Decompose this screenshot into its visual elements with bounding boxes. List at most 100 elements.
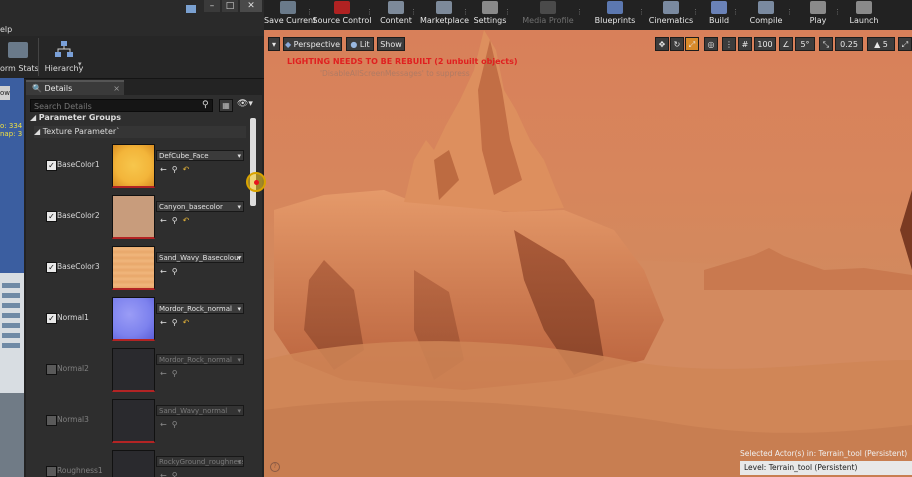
- dropdown-handle-icon[interactable]: ⋮: [786, 8, 793, 16]
- browse-asset-icon[interactable]: ⚲: [172, 216, 178, 225]
- parameter-groups-header[interactable]: ◢ Parameter Groups: [30, 112, 256, 124]
- reset-to-default-icon[interactable]: ↶: [183, 165, 190, 174]
- secondary-viewport[interactable]: ow o: 334 nap: 3: [0, 78, 24, 477]
- marketplace-icon: [436, 1, 452, 14]
- property-matrix-icon[interactable]: ▦: [219, 99, 233, 112]
- texture-asset-combo[interactable]: Canyon_basecolor ▾: [156, 201, 244, 212]
- surface-snap-icon[interactable]: ⋮: [722, 37, 736, 51]
- help-icon[interactable]: ?: [270, 462, 280, 472]
- texture-thumbnail[interactable]: [112, 246, 155, 290]
- texture-parameter-header[interactable]: ◢ Texture Parameter`: [34, 126, 246, 138]
- perspective-button[interactable]: ◆ Perspective: [283, 37, 342, 51]
- enable-parameter-checkbox[interactable]: ✓: [46, 466, 57, 477]
- texture-asset-combo[interactable]: Sand_Wavy_normal ▾: [156, 405, 244, 416]
- use-selected-asset-icon[interactable]: ←: [160, 369, 167, 378]
- translate-mode-icon[interactable]: ✥: [655, 37, 669, 51]
- form-stats-button[interactable]: orm Stats: [0, 38, 39, 76]
- browse-asset-icon[interactable]: ⚲: [172, 318, 178, 327]
- enable-parameter-checkbox[interactable]: ✓: [46, 313, 57, 324]
- save-current-button[interactable]: Save Current: [264, 0, 316, 29]
- dropdown-handle-icon[interactable]: ⋮: [732, 8, 739, 16]
- tab-icon: [186, 5, 196, 13]
- enable-parameter-checkbox[interactable]: ✓: [46, 364, 57, 375]
- texture-asset-combo[interactable]: DefCube_Face ▾: [156, 150, 244, 161]
- browse-asset-icon[interactable]: ⚲: [172, 267, 178, 276]
- hierarchy-button[interactable]: Hierarchy: [40, 38, 88, 76]
- parameter-name: BaseColor1: [57, 160, 100, 169]
- use-selected-asset-icon[interactable]: ←: [160, 420, 167, 429]
- use-selected-asset-icon[interactable]: ←: [160, 165, 167, 174]
- texture-asset-combo[interactable]: Mordor_Rock_normal ▾: [156, 303, 244, 314]
- use-selected-asset-icon[interactable]: ←: [160, 471, 167, 477]
- reset-to-default-icon[interactable]: ↶: [183, 318, 190, 327]
- minimize-icon[interactable]: –: [204, 0, 220, 12]
- cinematics-button[interactable]: Cinematics: [644, 0, 698, 29]
- texture-asset-combo[interactable]: Mordor_Rock_normal ▾: [156, 354, 244, 365]
- tab-details[interactable]: 🔍 Details ×: [26, 80, 124, 96]
- close-icon[interactable]: ✕: [240, 0, 262, 12]
- menu-help[interactable]: elp: [0, 25, 12, 34]
- blueprints-icon: [607, 1, 623, 14]
- chevron-down-icon: ▾: [237, 407, 241, 415]
- chevron-down-icon: ▾: [237, 152, 241, 160]
- camera-speed-button[interactable]: ▲ 5: [867, 37, 895, 51]
- enable-parameter-checkbox[interactable]: ✓: [46, 262, 57, 273]
- grid-snap-icon[interactable]: #: [738, 37, 752, 51]
- viewport-button[interactable]: ow: [0, 86, 10, 100]
- hierarchy-dropdown-icon[interactable]: ▾: [78, 60, 82, 68]
- texture-asset-combo[interactable]: Sand_Wavy_Basecolour ▾: [156, 252, 244, 263]
- dropdown-handle-icon[interactable]: ⋮: [462, 8, 469, 16]
- dropdown-handle-icon[interactable]: ⋮: [692, 8, 699, 16]
- dropdown-handle-icon[interactable]: ⋮: [410, 8, 417, 16]
- maximize-viewport-icon[interactable]: ⤢: [898, 37, 912, 51]
- maximize-icon[interactable]: □: [222, 0, 238, 12]
- browse-asset-icon[interactable]: ⚲: [172, 420, 178, 429]
- source-control-button[interactable]: Source Control: [312, 0, 372, 29]
- lit-button[interactable]: ● Lit: [346, 37, 374, 51]
- reset-to-default-icon[interactable]: ↶: [183, 216, 190, 225]
- enable-parameter-checkbox[interactable]: ✓: [46, 160, 57, 171]
- scale-snap-icon[interactable]: ⤡: [819, 37, 833, 51]
- world-local-icon[interactable]: ◎: [704, 37, 718, 51]
- scale-mode-icon[interactable]: ⤢: [685, 37, 699, 51]
- texture-thumbnail[interactable]: [112, 144, 155, 188]
- show-button[interactable]: Show: [377, 37, 405, 51]
- launch-button[interactable]: Launch: [840, 0, 888, 29]
- settings-icon: [482, 1, 498, 14]
- texture-thumbnail[interactable]: [112, 450, 155, 477]
- dropdown-handle-icon[interactable]: ⋮: [504, 8, 511, 16]
- browse-asset-icon[interactable]: ⚲: [172, 165, 178, 174]
- compile-button[interactable]: Compile: [740, 0, 792, 29]
- browse-asset-icon[interactable]: ⚲: [172, 369, 178, 378]
- level-viewport[interactable]: ▾ ◆ Perspective ● Lit Show ✥ ↻ ⤢ ◎ ⋮ # 1…: [264, 30, 912, 477]
- texture-thumbnail[interactable]: [112, 348, 155, 392]
- terrain-render: [264, 30, 912, 477]
- use-selected-asset-icon[interactable]: ←: [160, 267, 167, 276]
- use-selected-asset-icon[interactable]: ←: [160, 318, 167, 327]
- media-profile-button[interactable]: Media Profile: [514, 0, 582, 29]
- parameter-name: BaseColor3: [57, 262, 100, 271]
- grid-snap-value[interactable]: 100: [754, 37, 776, 51]
- dropdown-handle-icon[interactable]: ⋮: [366, 8, 373, 16]
- dropdown-handle-icon[interactable]: ⋮: [576, 8, 583, 16]
- rotation-snap-value[interactable]: 5°: [795, 37, 815, 51]
- viewport-options-button[interactable]: ▾: [268, 37, 280, 51]
- close-tab-icon[interactable]: ×: [113, 82, 120, 96]
- search-details-input[interactable]: Search Details: [30, 99, 213, 112]
- view-options-eye-icon[interactable]: 👁▾: [237, 99, 253, 109]
- texture-parameter-row: ✓ BaseColor3 Sand_Wavy_Basecolour ▾ ← ⚲: [30, 246, 254, 296]
- use-selected-asset-icon[interactable]: ←: [160, 216, 167, 225]
- texture-asset-combo[interactable]: RockyGround_roughness ▾: [156, 456, 244, 467]
- blueprints-button[interactable]: Blueprints: [586, 0, 644, 29]
- marketplace-button[interactable]: Marketplace: [420, 0, 469, 29]
- texture-thumbnail[interactable]: [112, 399, 155, 443]
- rotate-mode-icon[interactable]: ↻: [670, 37, 684, 51]
- texture-thumbnail[interactable]: [112, 195, 155, 239]
- enable-parameter-checkbox[interactable]: ✓: [46, 211, 57, 222]
- rotation-snap-icon[interactable]: ∠: [779, 37, 793, 51]
- scale-snap-value[interactable]: 0.25: [835, 37, 863, 51]
- browse-asset-icon[interactable]: ⚲: [172, 471, 178, 477]
- launch-icon: [856, 1, 872, 14]
- texture-thumbnail[interactable]: [112, 297, 155, 341]
- enable-parameter-checkbox[interactable]: ✓: [46, 415, 57, 426]
